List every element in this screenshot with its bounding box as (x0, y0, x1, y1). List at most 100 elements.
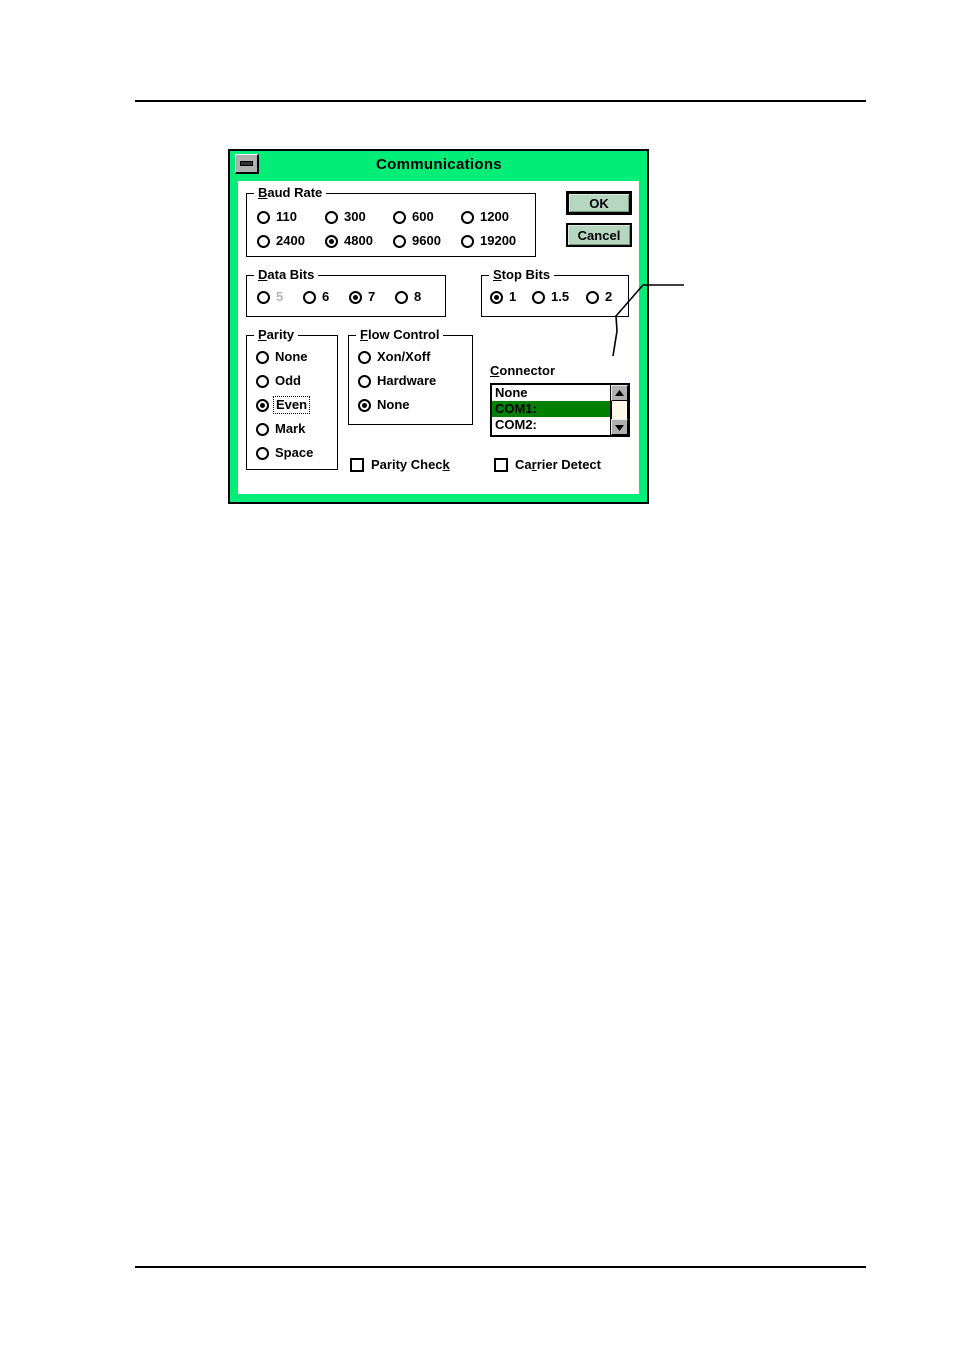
radio-databits-6[interactable]: 6 (303, 290, 329, 304)
radio-indicator (257, 210, 270, 224)
scroll-up-arrow-icon[interactable] (611, 385, 628, 401)
group-data-bits: Data Bits 5 6 7 8 (246, 267, 446, 317)
radio-label: 2400 (276, 233, 305, 248)
radio-baud-9600[interactable]: 9600 (393, 234, 441, 248)
radio-indicator (325, 210, 338, 224)
group-stop-bits: Stop Bits 1 1.5 2 (481, 267, 629, 317)
group-data-bits-legend: Data Bits (254, 267, 319, 282)
group-parity: Parity None Odd Even Mark Space (246, 327, 338, 470)
radio-indicator (303, 290, 316, 304)
radio-baud-4800[interactable]: 4800 (325, 234, 373, 248)
radio-baud-300[interactable]: 300 (325, 210, 366, 224)
list-item[interactable]: None (492, 385, 610, 401)
cancel-button[interactable]: Cancel (566, 223, 632, 247)
minimize-glyph (240, 161, 253, 166)
dialog-client-area: Baud Rate 110 300 600 1200 2400 4800 960… (238, 181, 639, 494)
radio-indicator (461, 234, 474, 248)
radio-parity-space[interactable]: Space (256, 446, 313, 460)
radio-databits-7[interactable]: 7 (349, 290, 375, 304)
radio-label: Odd (275, 373, 301, 388)
carrier-detect-checkbox[interactable]: Carrier Detect (494, 457, 601, 472)
parity-check-checkbox[interactable]: Parity Check (350, 457, 450, 472)
radio-databits-5[interactable]: 5 (257, 290, 283, 304)
radio-indicator (256, 398, 269, 412)
radio-label: None (377, 397, 410, 412)
radio-parity-even[interactable]: Even (256, 396, 311, 414)
radio-label: Xon/Xoff (377, 349, 431, 364)
radio-label: 8 (414, 289, 422, 304)
checkbox-indicator (350, 457, 364, 472)
radio-flow-hardware[interactable]: Hardware (358, 374, 436, 388)
radio-label: None (275, 349, 308, 364)
radio-label: Hardware (377, 373, 437, 388)
title-bar[interactable]: Communications (230, 151, 647, 178)
radio-indicator (395, 290, 408, 304)
radio-flow-none[interactable]: None (358, 398, 410, 412)
radio-indicator (358, 398, 371, 412)
radio-indicator (256, 422, 269, 436)
radio-indicator (256, 350, 269, 364)
radio-baud-19200[interactable]: 19200 (461, 234, 516, 248)
radio-label: 1200 (480, 209, 509, 224)
radio-parity-odd[interactable]: Odd (256, 374, 301, 388)
radio-stopbits-1[interactable]: 1 (490, 290, 516, 304)
radio-label: Even (272, 396, 311, 414)
dialog-title: Communications (376, 155, 502, 173)
radio-indicator (256, 374, 269, 388)
communications-dialog: Communications Baud Rate 110 300 600 120… (228, 149, 649, 504)
list-item[interactable]: COM1: (492, 401, 610, 417)
ok-button-label: OK (589, 195, 609, 211)
radio-label: 2 (605, 289, 613, 304)
group-parity-legend: Parity (254, 327, 299, 342)
checkbox-label: Carrier Detect (515, 457, 601, 472)
radio-label: 1 (509, 289, 517, 304)
radio-stopbits-1-5[interactable]: 1.5 (532, 290, 569, 304)
radio-indicator (393, 234, 406, 248)
radio-indicator (393, 210, 406, 224)
page-header-rule (135, 100, 866, 102)
radio-indicator (256, 446, 269, 460)
radio-indicator (461, 210, 474, 224)
cancel-button-label: Cancel (577, 227, 621, 243)
radio-label: 600 (412, 209, 434, 224)
checkbox-indicator (494, 457, 508, 472)
radio-parity-mark[interactable]: Mark (256, 422, 305, 436)
radio-stopbits-2[interactable]: 2 (586, 290, 612, 304)
group-flow-control: Flow Control Xon/Xoff Hardware None (348, 327, 473, 425)
radio-indicator (257, 234, 270, 248)
connector-scrollbar[interactable] (610, 385, 628, 435)
radio-parity-none[interactable]: None (256, 350, 308, 364)
radio-flow-xonxoff[interactable]: Xon/Xoff (358, 350, 430, 364)
radio-baud-2400[interactable]: 2400 (257, 234, 305, 248)
minimize-icon[interactable] (235, 154, 259, 174)
radio-indicator (358, 350, 371, 364)
radio-baud-600[interactable]: 600 (393, 210, 434, 224)
radio-indicator (490, 290, 503, 304)
group-baud-rate-legend: Baud Rate (254, 185, 327, 200)
scroll-down-arrow-icon[interactable] (611, 419, 628, 435)
radio-label: 300 (344, 209, 366, 224)
group-baud-rate: Baud Rate 110 300 600 1200 2400 4800 960… (246, 185, 536, 257)
group-stop-bits-legend: Stop Bits (489, 267, 555, 282)
radio-baud-110[interactable]: 110 (257, 210, 297, 224)
radio-indicator (257, 290, 270, 304)
list-item[interactable]: COM2: (492, 417, 610, 433)
radio-indicator (325, 234, 338, 248)
ok-button[interactable]: OK (566, 191, 632, 215)
radio-label: 4800 (344, 233, 373, 248)
page-footer-rule (135, 1266, 866, 1268)
radio-label: 9600 (412, 233, 441, 248)
checkbox-label: Parity Check (371, 457, 450, 472)
radio-label: 110 (276, 209, 297, 224)
radio-label: 5 (276, 289, 284, 304)
radio-label: 1.5 (551, 289, 570, 304)
scrollbar-thumb[interactable] (611, 401, 628, 419)
radio-label: Space (275, 445, 314, 460)
radio-baud-1200[interactable]: 1200 (461, 210, 509, 224)
radio-indicator (349, 290, 362, 304)
connector-label: Connector (490, 363, 556, 378)
radio-label: 7 (368, 289, 376, 304)
connector-listbox[interactable]: None COM1: COM2: (490, 383, 630, 437)
radio-databits-8[interactable]: 8 (395, 290, 421, 304)
connector-list-items: None COM1: COM2: (492, 385, 610, 435)
